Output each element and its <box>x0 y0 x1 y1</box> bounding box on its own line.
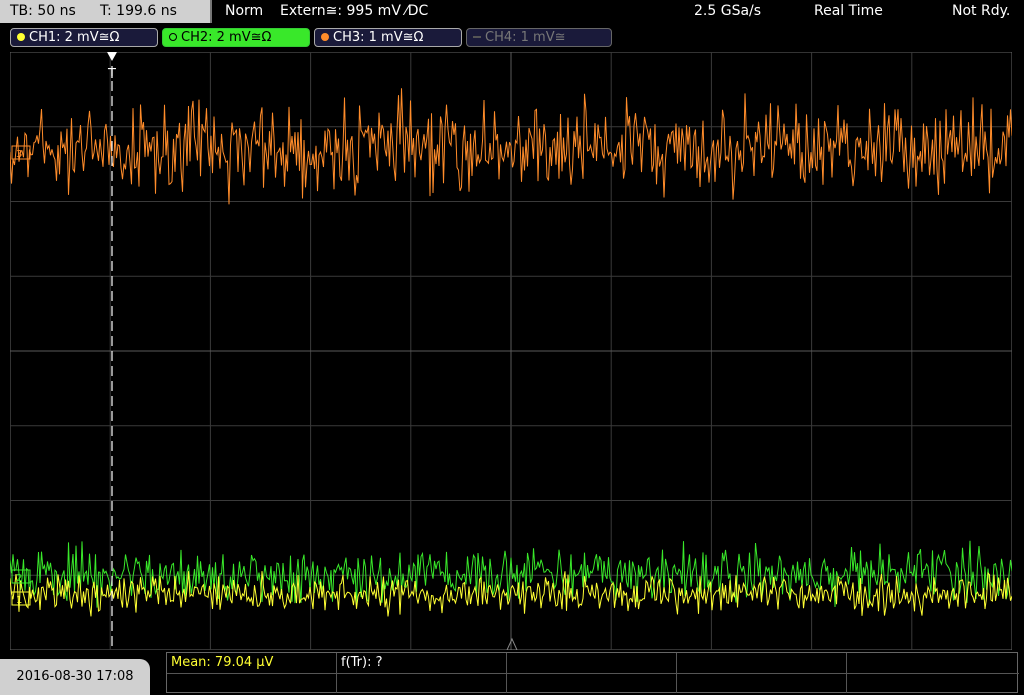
timebase-value: TB: 50 ns <box>10 3 76 19</box>
meas-cell-4 <box>677 653 847 673</box>
timebase-panel[interactable]: TB: 50 ns T: 199.6 ns <box>0 0 212 23</box>
ch2-offset-label: 2 <box>16 573 22 584</box>
acquisition-mode: Real Time <box>814 3 883 19</box>
channel-4-dash-icon <box>473 36 481 38</box>
trigger-marker-label: T <box>107 67 116 82</box>
channel-3-button[interactable]: CH3: 1 mV≅Ω <box>314 28 462 47</box>
meas-cell-8 <box>507 673 677 693</box>
meas-cell-9 <box>677 673 847 693</box>
trigger-source[interactable]: Extern≅: 995 mV ⁄DC <box>280 3 428 19</box>
channel-2-label: CH2: 2 mV≅Ω <box>181 30 272 45</box>
channel-4-button[interactable]: CH4: 1 mV≅ <box>466 28 612 47</box>
channel-1-button[interactable]: CH1: 2 mV≅Ω <box>10 28 158 47</box>
channel-3-label: CH3: 1 mV≅Ω <box>333 30 424 45</box>
sample-rate: 2.5 GSa/s <box>694 3 762 19</box>
channel-2-button[interactable]: CH2: 2 mV≅Ω <box>162 28 310 47</box>
trigger-position-value: T: 199.6 ns <box>100 3 177 19</box>
waveform-display[interactable]: T 3 2 1 <box>10 52 1012 650</box>
channel-2-dot-icon <box>169 33 177 41</box>
channel-1-label: CH1: 2 mV≅Ω <box>29 30 120 45</box>
channel-bar: CH1: 2 mV≅Ω CH2: 2 mV≅Ω CH3: 1 mV≅Ω CH4:… <box>0 24 1024 50</box>
trigger-mode[interactable]: Norm <box>225 3 263 19</box>
meas-cell-7 <box>337 673 507 693</box>
datetime: 2016-08-30 17:08 <box>0 659 150 695</box>
ch3-offset-label: 3 <box>16 149 22 160</box>
mean-measurement: Mean: 79.04 µV <box>171 655 274 670</box>
meas-cell-3 <box>507 653 677 673</box>
meas-cell-6 <box>167 673 337 693</box>
frequency-measurement: f(Tr): ? <box>341 655 383 670</box>
meas-cell-10 <box>847 673 1019 693</box>
ch1-offset-label: 1 <box>16 595 22 606</box>
channel-3-dot-icon <box>321 33 329 41</box>
channel-4-label: CH4: 1 mV≅ <box>485 30 566 45</box>
measurement-panel[interactable]: Mean: 79.04 µV f(Tr): ? <box>166 652 1019 693</box>
footer: 2016-08-30 17:08 Mean: 79.04 µV f(Tr): ? <box>0 650 1024 695</box>
meas-cell-5 <box>847 653 1019 673</box>
status-bar: TB: 50 ns T: 199.6 ns Norm Extern≅: 995 … <box>0 0 1024 24</box>
acquisition-status: Not Rdy. <box>952 3 1011 19</box>
channel-1-dot-icon <box>17 33 25 41</box>
